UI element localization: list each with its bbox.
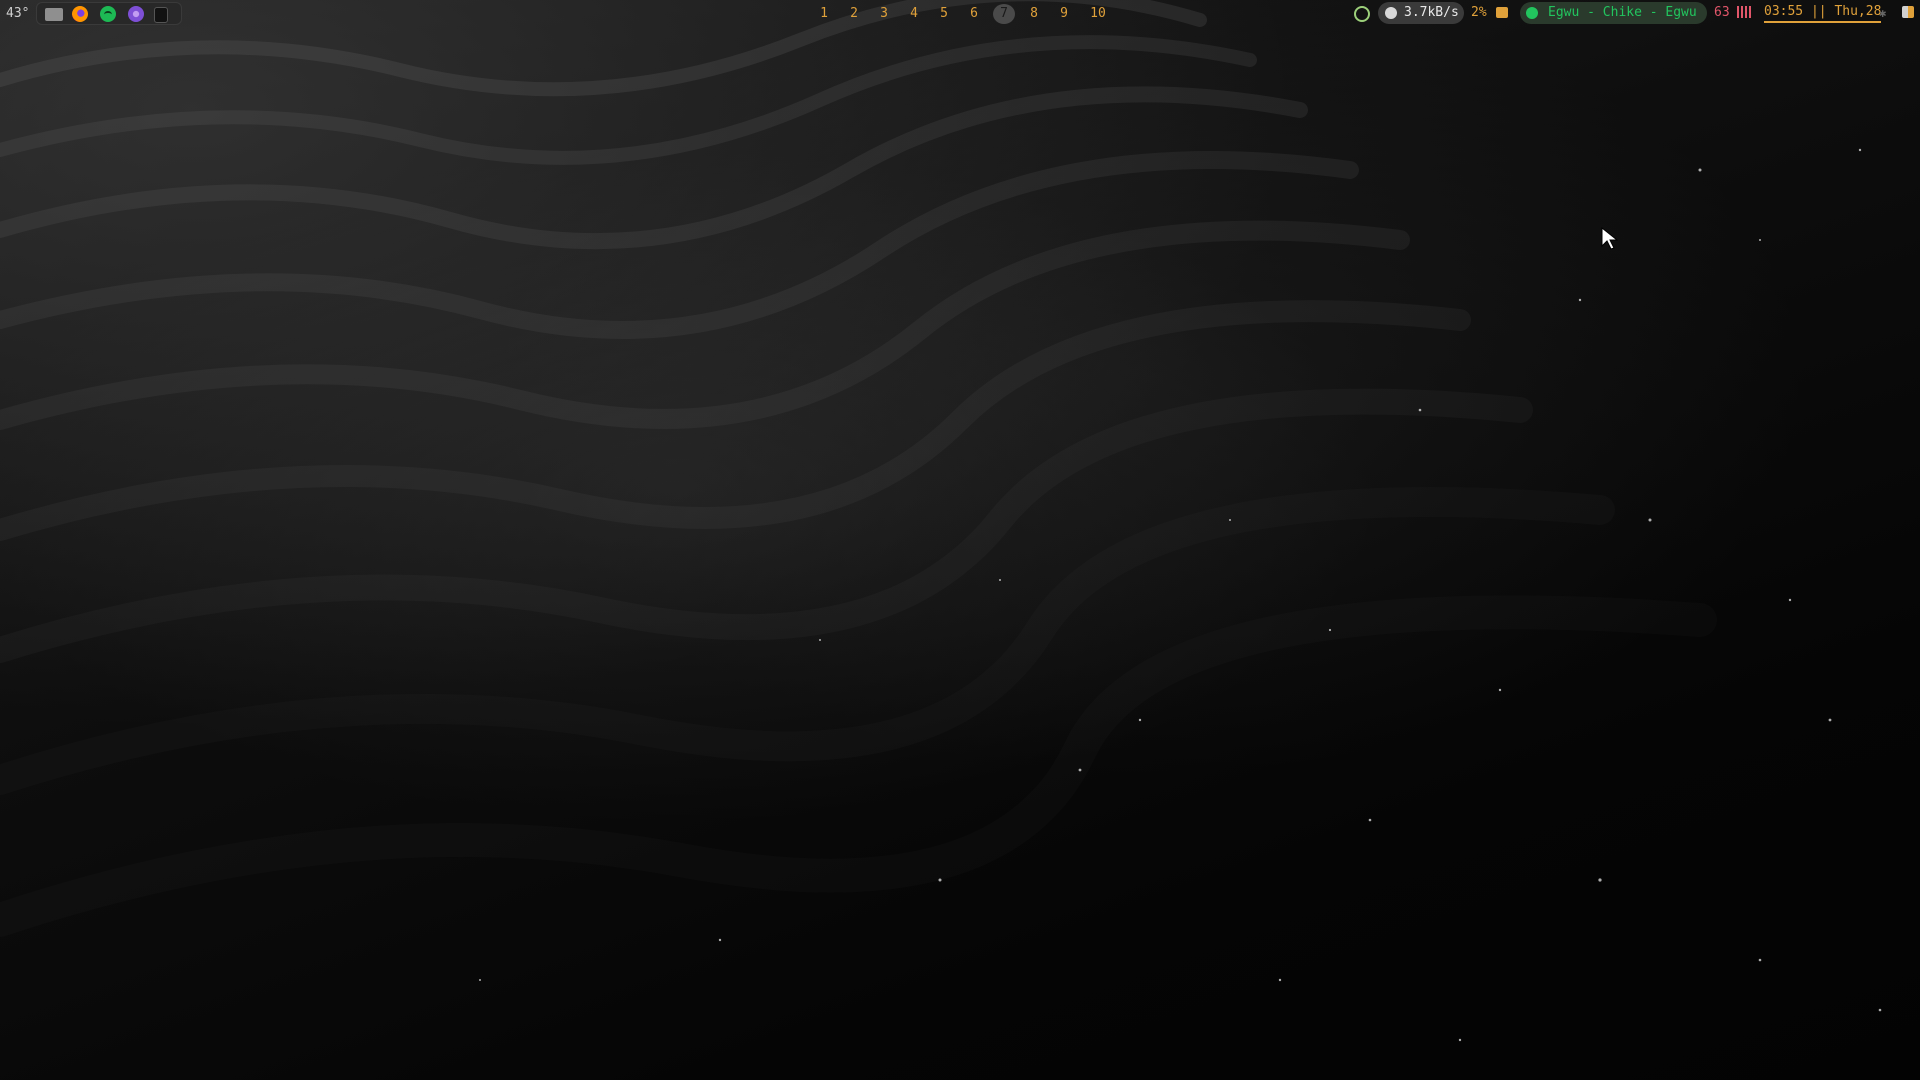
cpu-icon bbox=[1496, 7, 1508, 18]
folder-icon[interactable] bbox=[45, 8, 63, 21]
workspace-4[interactable]: 4 bbox=[903, 4, 925, 24]
layout-icon[interactable] bbox=[1902, 6, 1914, 18]
sand-ripples-wallpaper bbox=[0, 0, 1882, 1042]
tor-browser-icon[interactable] bbox=[128, 6, 144, 22]
taskbar-apps bbox=[36, 2, 182, 25]
now-playing-title: Egwu - Chike - Egwu bbox=[1548, 5, 1697, 20]
terminal-icon[interactable] bbox=[154, 7, 168, 23]
clock[interactable]: 03:55 || Thu,28 bbox=[1764, 4, 1882, 23]
workspace-9[interactable]: 9 bbox=[1053, 4, 1075, 24]
globe-icon bbox=[1385, 7, 1397, 19]
workspace-3[interactable]: 3 bbox=[873, 4, 895, 24]
top-status-bar: 43° 1 2 3 4 5 6 7 8 9 10 3.7kB/s 2% Egwu… bbox=[0, 0, 1920, 28]
now-playing-widget[interactable]: Egwu - Chike - Egwu bbox=[1520, 2, 1707, 24]
volume-level[interactable]: 63 bbox=[1714, 5, 1730, 20]
bug-icon[interactable]: ✱ bbox=[1879, 6, 1893, 20]
spotify-icon bbox=[1526, 7, 1538, 19]
workspace-5[interactable]: 5 bbox=[933, 4, 955, 24]
spotify-icon[interactable] bbox=[100, 6, 116, 22]
workspace-1[interactable]: 1 bbox=[813, 4, 835, 24]
mouse-cursor-icon bbox=[1601, 226, 1619, 250]
workspace-10[interactable]: 10 bbox=[1085, 4, 1111, 24]
whatsapp-icon[interactable] bbox=[1354, 6, 1370, 22]
cpu-usage: 2% bbox=[1471, 5, 1487, 20]
volume-bars-icon bbox=[1737, 6, 1751, 18]
workspace-6[interactable]: 6 bbox=[963, 4, 985, 24]
workspace-8[interactable]: 8 bbox=[1023, 4, 1045, 24]
network-speed-widget[interactable]: 3.7kB/s bbox=[1378, 2, 1464, 24]
desktop-wallpaper bbox=[0, 0, 1920, 1080]
temperature-readout: 43° bbox=[6, 6, 30, 21]
workspace-2[interactable]: 2 bbox=[843, 4, 865, 24]
firefox-icon[interactable] bbox=[72, 6, 88, 22]
workspace-7-active[interactable]: 7 bbox=[993, 4, 1015, 24]
network-speed: 3.7kB/s bbox=[1404, 5, 1459, 20]
